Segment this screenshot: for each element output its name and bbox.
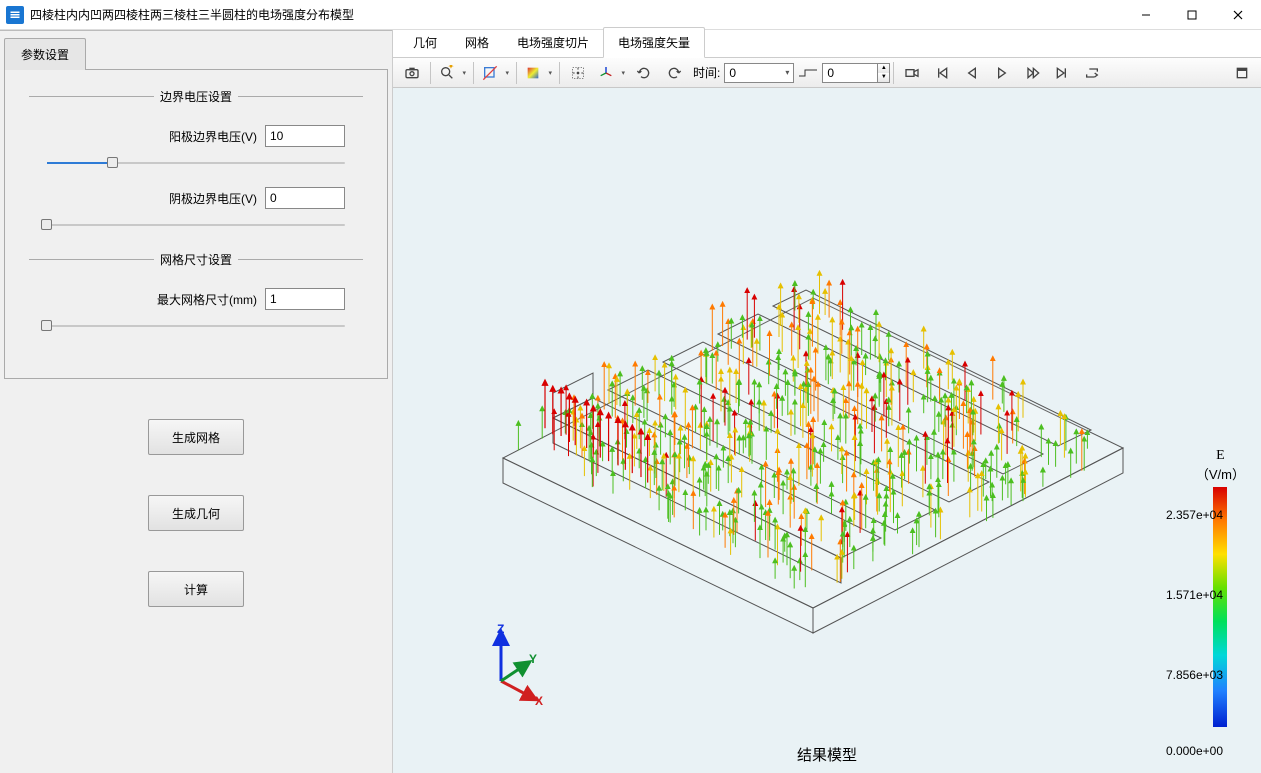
clip-icon[interactable] <box>478 61 512 85</box>
window-title: 四棱柱内内凹两四棱柱两三棱柱三半圆柱的电场强度分布模型 <box>30 6 1123 23</box>
rotate-ccw-icon[interactable] <box>660 61 688 85</box>
cathode-voltage-input[interactable] <box>265 187 345 209</box>
compute-button[interactable]: 计算 <box>148 571 244 607</box>
loop-icon[interactable] <box>1078 61 1106 85</box>
result-tabs: 几何 网格 电场强度切片 电场强度矢量 <box>393 30 1261 58</box>
group-mesh-size-title: 网格尺寸设置 <box>154 251 238 268</box>
frame-spinner[interactable]: ▲▼ <box>878 63 890 83</box>
time-label: 时间: <box>693 64 720 81</box>
legend-tick-2: 7.856e+03 <box>1166 668 1223 682</box>
group-boundary-voltage: 边界电压设置 阳极边界电压(V) 阴极边界电压(V) <box>29 88 363 247</box>
group-mesh-size: 网格尺寸设置 最大网格尺寸(mm) <box>29 251 363 348</box>
anode-voltage-input[interactable] <box>265 125 345 147</box>
app-icon <box>6 6 24 24</box>
axes-triad-icon: Z Y X <box>473 623 553 713</box>
legend-title: E <box>1196 448 1245 464</box>
viewport-3d[interactable]: Z Y X E （V/m） 2.357e+04 1.571e+04 7.856e… <box>393 88 1261 773</box>
record-icon[interactable] <box>898 61 926 85</box>
svg-text:✦: ✦ <box>448 65 455 71</box>
generate-mesh-button[interactable]: 生成网格 <box>148 419 244 455</box>
parameter-panel: 边界电压设置 阳极边界电压(V) 阴极边界电压(V) <box>4 69 388 379</box>
detach-window-icon[interactable] <box>1228 61 1256 85</box>
play-icon[interactable] <box>988 61 1016 85</box>
anode-voltage-label: 阳极边界电压(V) <box>169 128 257 145</box>
tab-field-vector[interactable]: 电场强度矢量 <box>603 27 705 58</box>
go-last-icon[interactable] <box>1048 61 1076 85</box>
cathode-voltage-label: 阴极边界电压(V) <box>169 190 257 207</box>
anode-voltage-slider[interactable] <box>47 155 345 171</box>
max-mesh-slider[interactable] <box>47 318 345 334</box>
svg-text:Z: Z <box>497 623 504 636</box>
window-close-button[interactable] <box>1215 0 1261 30</box>
legend-tick-1: 1.571e+04 <box>1166 588 1223 602</box>
svg-text:Y: Y <box>529 652 537 666</box>
tab-geometry[interactable]: 几何 <box>399 28 451 57</box>
color-legend: E （V/m） 2.357e+04 1.571e+04 7.856e+03 0.… <box>1196 448 1245 727</box>
viewport-caption: 结果模型 <box>797 744 857 765</box>
window-titlebar: 四棱柱内内凹两四棱柱两三棱柱三半圆柱的电场强度分布模型 <box>0 0 1261 30</box>
time-select[interactable]: 0▾ <box>724 63 794 83</box>
window-maximize-button[interactable] <box>1169 0 1215 30</box>
group-boundary-voltage-title: 边界电压设置 <box>154 88 238 105</box>
field-vector-plot <box>443 128 1163 688</box>
rotate-cw-icon[interactable] <box>630 61 658 85</box>
step-forward-icon[interactable] <box>1018 61 1046 85</box>
tab-field-slice[interactable]: 电场强度切片 <box>503 28 603 57</box>
zoom-icon[interactable]: ✦ <box>435 61 469 85</box>
max-mesh-label: 最大网格尺寸(mm) <box>157 291 257 308</box>
legend-tick-0: 2.357e+04 <box>1166 508 1223 522</box>
render-mode-icon[interactable] <box>521 61 555 85</box>
window-minimize-button[interactable] <box>1123 0 1169 30</box>
axes-view-icon[interactable] <box>594 61 628 85</box>
fit-view-icon[interactable] <box>564 61 592 85</box>
screenshot-icon[interactable] <box>398 61 426 85</box>
svg-text:X: X <box>535 694 543 708</box>
tab-parameter-settings[interactable]: 参数设置 <box>4 38 86 70</box>
go-first-icon[interactable] <box>928 61 956 85</box>
tab-mesh[interactable]: 网格 <box>451 28 503 57</box>
legend-unit: （V/m） <box>1196 464 1245 483</box>
cathode-voltage-slider[interactable] <box>47 217 345 233</box>
viewport-toolbar: ✦ 时间: 0▾ 0 ▲▼ <box>393 58 1261 88</box>
max-mesh-input[interactable] <box>265 288 345 310</box>
step-function-icon <box>798 66 818 80</box>
frame-input[interactable]: 0 <box>822 63 878 83</box>
left-panel: 参数设置 边界电压设置 阳极边界电压(V) 阴极边界电压(V) <box>0 30 392 773</box>
legend-tick-3: 0.000e+00 <box>1166 744 1223 758</box>
generate-geometry-button[interactable]: 生成几何 <box>148 495 244 531</box>
step-back-icon[interactable] <box>958 61 986 85</box>
